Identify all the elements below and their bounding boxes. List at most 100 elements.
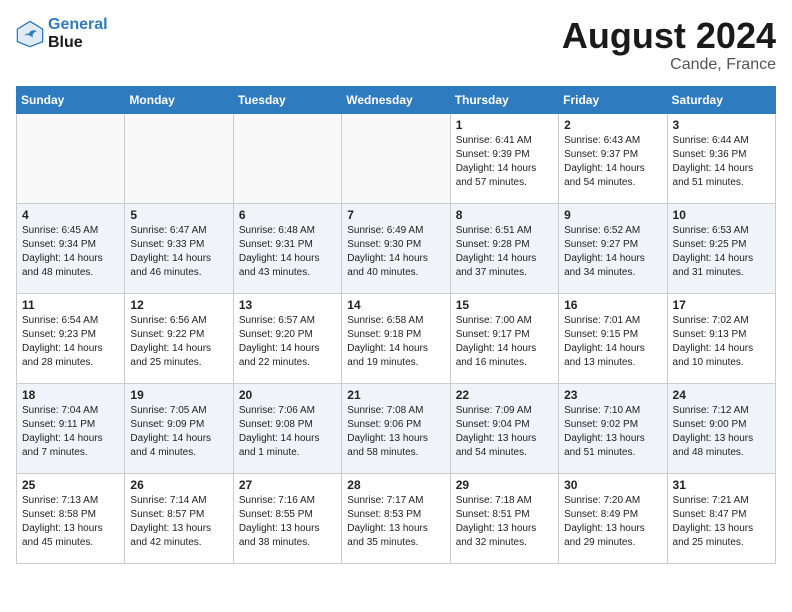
cell-content: Sunrise: 6:43 AM Sunset: 9:37 PM Dayligh… <box>564 134 661 190</box>
cell-content: Sunrise: 7:04 AM Sunset: 9:11 PM Dayligh… <box>22 404 119 460</box>
header-row: SundayMondayTuesdayWednesdayThursdayFrid… <box>17 86 776 113</box>
day-number: 31 <box>673 478 770 492</box>
calendar-cell: 15 Sunrise: 7:00 AM Sunset: 9:17 PM Dayli… <box>450 293 558 383</box>
day-number: 12 <box>130 298 227 312</box>
day-number: 21 <box>347 388 444 402</box>
calendar-cell: 2Sunrise: 6:43 AM Sunset: 9:37 PM Daylig… <box>559 113 667 203</box>
calendar-cell: 14Sunrise: 6:58 AM Sunset: 9:18 PM Dayli… <box>342 293 450 383</box>
cell-content: Sunrise: 6:53 AM Sunset: 9:25 PM Dayligh… <box>673 224 770 280</box>
calendar-cell: 13 Sunrise: 6:57 AM Sunset: 9:20 PM Dayli… <box>233 293 341 383</box>
logo-icon <box>16 20 44 48</box>
calendar-cell: 6Sunrise: 6:48 AM Sunset: 9:31 PM Daylig… <box>233 203 341 293</box>
calendar-cell: 1Sunrise: 6:41 AM Sunset: 9:39 PM Daylig… <box>450 113 558 203</box>
calendar-cell: 28Sunrise: 7:17 AM Sunset: 8:53 PM Dayli… <box>342 473 450 563</box>
calendar-cell: 24 Sunrise: 7:12 AM Sunset: 9:00 PM Dayli… <box>667 383 775 473</box>
calendar-cell: 29 Sunrise: 7:18 AM Sunset: 8:51 PM Dayli… <box>450 473 558 563</box>
calendar-cell: 4Sunrise: 6:45 AM Sunset: 9:34 PM Daylig… <box>17 203 125 293</box>
day-number: 29 <box>456 478 553 492</box>
calendar-cell: 27 Sunrise: 7:16 AM Sunset: 8:55 PM Dayli… <box>233 473 341 563</box>
day-number: 6 <box>239 208 336 222</box>
cell-content: Sunrise: 6:57 AM Sunset: 9:20 PM Dayligh… <box>239 314 336 370</box>
day-number: 13 <box>239 298 336 312</box>
calendar-cell: 3Sunrise: 6:44 AM Sunset: 9:36 PM Daylig… <box>667 113 775 203</box>
day-number: 9 <box>564 208 661 222</box>
calendar-table: SundayMondayTuesdayWednesdayThursdayFrid… <box>16 86 776 564</box>
calendar-cell: 26Sunrise: 7:14 AM Sunset: 8:57 PM Dayli… <box>125 473 233 563</box>
cell-content: Sunrise: 7:02 AM Sunset: 9:13 PM Dayligh… <box>673 314 770 370</box>
calendar-cell <box>17 113 125 203</box>
week-row-4: 18 Sunrise: 7:04 AM Sunset: 9:11 PM Dayli… <box>17 383 776 473</box>
week-row-5: 25 Sunrise: 7:13 AM Sunset: 8:58 PM Dayli… <box>17 473 776 563</box>
logo-line1: General <box>48 16 108 33</box>
calendar-cell: 22Sunrise: 7:09 AM Sunset: 9:04 PM Dayli… <box>450 383 558 473</box>
day-number: 16 <box>564 298 661 312</box>
cell-content: Sunrise: 7:08 AM Sunset: 9:06 PM Dayligh… <box>347 404 444 460</box>
day-number: 4 <box>22 208 119 222</box>
day-number: 10 <box>673 208 770 222</box>
day-number: 14 <box>347 298 444 312</box>
day-header-thursday: Thursday <box>450 86 558 113</box>
day-number: 17 <box>673 298 770 312</box>
calendar-cell <box>233 113 341 203</box>
cell-content: Sunrise: 7:05 AM Sunset: 9:09 PM Dayligh… <box>130 404 227 460</box>
day-number: 15 <box>456 298 553 312</box>
calendar-cell: 11Sunrise: 6:54 AM Sunset: 9:23 PM Dayli… <box>17 293 125 383</box>
logo-line2: Blue <box>48 34 83 51</box>
cell-content: Sunrise: 7:16 AM Sunset: 8:55 PM Dayligh… <box>239 494 336 550</box>
cell-content: Sunrise: 7:00 AM Sunset: 9:17 PM Dayligh… <box>456 314 553 370</box>
day-number: 20 <box>239 388 336 402</box>
calendar-cell: 21 Sunrise: 7:08 AM Sunset: 9:06 PM Dayli… <box>342 383 450 473</box>
calendar-cell: 7 Sunrise: 6:49 AM Sunset: 9:30 PM Daylig… <box>342 203 450 293</box>
cell-content: Sunrise: 7:18 AM Sunset: 8:51 PM Dayligh… <box>456 494 553 550</box>
month-title: August 2024 <box>562 16 776 56</box>
location: Cande, France <box>562 56 776 74</box>
cell-content: Sunrise: 7:10 AM Sunset: 9:02 PM Dayligh… <box>564 404 661 460</box>
day-header-tuesday: Tuesday <box>233 86 341 113</box>
week-row-2: 4Sunrise: 6:45 AM Sunset: 9:34 PM Daylig… <box>17 203 776 293</box>
cell-content: Sunrise: 6:47 AM Sunset: 9:33 PM Dayligh… <box>130 224 227 280</box>
calendar-cell: 20 Sunrise: 7:06 AM Sunset: 9:08 PM Dayli… <box>233 383 341 473</box>
calendar-cell: 25 Sunrise: 7:13 AM Sunset: 8:58 PM Dayli… <box>17 473 125 563</box>
cell-content: Sunrise: 7:09 AM Sunset: 9:04 PM Dayligh… <box>456 404 553 460</box>
logo-text: General Blue <box>48 16 108 51</box>
day-number: 3 <box>673 118 770 132</box>
calendar-cell: 30 Sunrise: 7:20 AM Sunset: 8:49 PM Dayli… <box>559 473 667 563</box>
day-header-wednesday: Wednesday <box>342 86 450 113</box>
cell-content: Sunrise: 6:49 AM Sunset: 9:30 PM Dayligh… <box>347 224 444 280</box>
calendar-cell <box>342 113 450 203</box>
week-row-3: 11Sunrise: 6:54 AM Sunset: 9:23 PM Dayli… <box>17 293 776 383</box>
day-number: 19 <box>130 388 227 402</box>
calendar-cell <box>125 113 233 203</box>
calendar-cell: 18 Sunrise: 7:04 AM Sunset: 9:11 PM Dayli… <box>17 383 125 473</box>
day-number: 7 <box>347 208 444 222</box>
cell-content: Sunrise: 7:17 AM Sunset: 8:53 PM Dayligh… <box>347 494 444 550</box>
cell-content: Sunrise: 7:13 AM Sunset: 8:58 PM Dayligh… <box>22 494 119 550</box>
day-number: 27 <box>239 478 336 492</box>
calendar-cell: 23 Sunrise: 7:10 AM Sunset: 9:02 PM Dayli… <box>559 383 667 473</box>
day-number: 23 <box>564 388 661 402</box>
day-number: 5 <box>130 208 227 222</box>
calendar-cell: 5 Sunrise: 6:47 AM Sunset: 9:33 PM Daylig… <box>125 203 233 293</box>
cell-content: Sunrise: 6:52 AM Sunset: 9:27 PM Dayligh… <box>564 224 661 280</box>
calendar-cell: 10 Sunrise: 6:53 AM Sunset: 9:25 PM Dayli… <box>667 203 775 293</box>
day-header-monday: Monday <box>125 86 233 113</box>
day-number: 24 <box>673 388 770 402</box>
day-header-sunday: Sunday <box>17 86 125 113</box>
calendar-cell: 12Sunrise: 6:56 AM Sunset: 9:22 PM Dayli… <box>125 293 233 383</box>
day-number: 26 <box>130 478 227 492</box>
day-number: 30 <box>564 478 661 492</box>
cell-content: Sunrise: 7:01 AM Sunset: 9:15 PM Dayligh… <box>564 314 661 370</box>
week-row-1: 1Sunrise: 6:41 AM Sunset: 9:39 PM Daylig… <box>17 113 776 203</box>
day-number: 18 <box>22 388 119 402</box>
calendar-cell: 31 Sunrise: 7:21 AM Sunset: 8:47 PM Dayli… <box>667 473 775 563</box>
day-number: 25 <box>22 478 119 492</box>
calendar-cell: 8Sunrise: 6:51 AM Sunset: 9:28 PM Daylig… <box>450 203 558 293</box>
cell-content: Sunrise: 7:21 AM Sunset: 8:47 PM Dayligh… <box>673 494 770 550</box>
cell-content: Sunrise: 7:06 AM Sunset: 9:08 PM Dayligh… <box>239 404 336 460</box>
day-header-friday: Friday <box>559 86 667 113</box>
cell-content: Sunrise: 7:12 AM Sunset: 9:00 PM Dayligh… <box>673 404 770 460</box>
cell-content: Sunrise: 7:20 AM Sunset: 8:49 PM Dayligh… <box>564 494 661 550</box>
calendar-cell: 17 Sunrise: 7:02 AM Sunset: 9:13 PM Dayli… <box>667 293 775 383</box>
day-header-saturday: Saturday <box>667 86 775 113</box>
logo: General Blue <box>16 16 108 51</box>
